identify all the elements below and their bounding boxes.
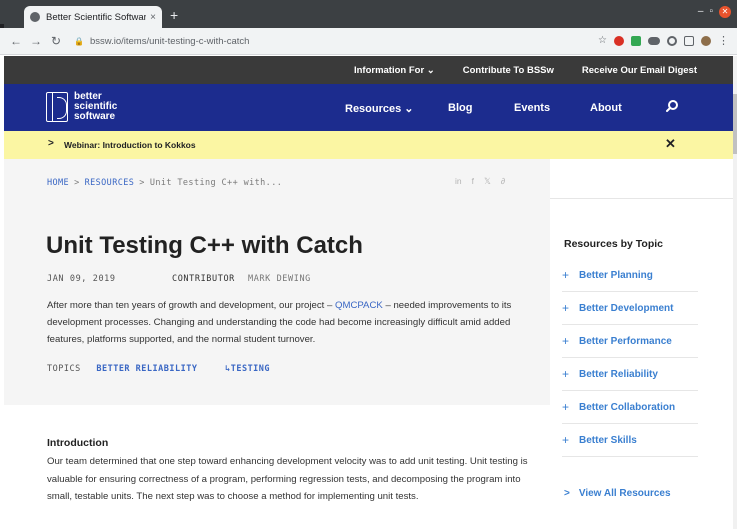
main-nav: better scientific software Resources ⌄ B… <box>4 84 733 131</box>
plus-icon: + <box>562 433 570 447</box>
minimize-icon[interactable]: – <box>698 6 704 18</box>
extension-box-icon[interactable] <box>684 36 694 46</box>
plus-icon: + <box>562 367 570 381</box>
sidebar-heading: Resources by Topic <box>564 238 664 250</box>
chevron-right-icon: > <box>564 488 570 499</box>
intro-text-start: After more than ten years of growth and … <box>47 300 335 311</box>
article-intro: After more than ten years of growth and … <box>47 297 541 348</box>
sidebar-item-development[interactable]: + Better Development <box>562 292 698 325</box>
logo-line-3: software <box>74 111 116 122</box>
contributor-label: CONTRIBUTOR <box>172 274 235 284</box>
sidebar-item-label: Better Performance <box>579 335 672 347</box>
email-digest-link[interactable]: Receive Our Email Digest <box>582 65 697 76</box>
view-all-resources-link[interactable]: > View All Resources <box>564 488 671 499</box>
reload-icon[interactable]: ↻ <box>48 34 64 48</box>
linkedin-icon[interactable]: in <box>455 176 462 187</box>
contribute-link[interactable]: Contribute To BSSw <box>463 65 554 76</box>
back-arrow-icon[interactable]: ← <box>8 34 24 48</box>
address-bar[interactable]: 🔒 bssw.io/items/unit-testing-c-with-catc… <box>74 32 590 51</box>
contributor-name[interactable]: MARK DEWING <box>248 274 311 284</box>
breadcrumb-separator: > <box>139 178 145 188</box>
topics-label: TOPICS <box>47 364 81 374</box>
extension-glasses-icon[interactable] <box>648 37 660 45</box>
bookmark-star-icon[interactable]: ☆ <box>598 36 607 46</box>
nav-blog[interactable]: Blog <box>448 102 472 114</box>
page-scrollbar[interactable] <box>733 56 737 529</box>
breadcrumb-resources[interactable]: RESOURCES <box>85 178 135 188</box>
browser-tab-bar: Better Scientific Software × + – ▫ ✕ <box>0 0 737 28</box>
breadcrumb-home[interactable]: HOME <box>47 178 69 188</box>
page-title: Unit Testing C++ with Catch <box>46 232 363 259</box>
nav-events[interactable]: Events <box>514 102 550 114</box>
announcement-link[interactable]: Webinar: Introduction to Kokkos <box>64 140 196 150</box>
tab-title: Better Scientific Software <box>46 11 147 23</box>
sidebar-item-collaboration[interactable]: + Better Collaboration <box>562 391 698 424</box>
nav-about[interactable]: About <box>590 102 622 114</box>
plus-icon: + <box>562 400 570 414</box>
plus-icon: + <box>562 334 570 348</box>
qmcpack-link[interactable]: QMCPACK <box>335 300 383 311</box>
new-tab-button[interactable]: + <box>170 8 178 22</box>
topic-better-reliability[interactable]: BETTER RELIABILITY <box>96 364 197 374</box>
sidebar-item-planning[interactable]: + Better Planning <box>562 259 698 292</box>
forward-arrow-icon[interactable]: → <box>28 34 44 48</box>
extension-green-icon[interactable] <box>631 36 641 46</box>
url-text: bssw.io/items/unit-testing-c-with-catch <box>89 35 250 47</box>
sidebar-item-label: Better Reliability <box>579 368 658 380</box>
topics-row: TOPICS BETTER RELIABILITY ↳TESTING <box>47 364 270 374</box>
announcement-close-icon[interactable]: ✕ <box>665 136 676 152</box>
profile-avatar-icon[interactable] <box>701 36 711 46</box>
scrollbar-thumb[interactable] <box>733 94 737 154</box>
article-date: JAN 09, 2019 <box>47 274 116 284</box>
sidebar-item-reliability[interactable]: + Better Reliability <box>562 358 698 391</box>
browser-toolbar: ← → ↻ 🔒 bssw.io/items/unit-testing-c-wit… <box>0 28 737 55</box>
browser-menu-icon[interactable]: ⋮ <box>718 36 729 47</box>
sidebar-item-label: Better Development <box>579 302 674 314</box>
information-for-link[interactable]: Information For ⌄ <box>354 65 435 76</box>
sidebar-item-label: Better Planning <box>579 269 653 281</box>
site-favicon-icon <box>30 12 40 22</box>
chevron-right-icon: > <box>48 138 54 149</box>
tab-close-icon[interactable]: × <box>150 12 156 23</box>
facebook-icon[interactable]: f <box>472 176 474 187</box>
section-body: Our team determined that one step toward… <box>47 456 528 502</box>
share-link-icon[interactable]: ∂ <box>501 176 505 187</box>
extension-icons: ☆ ⋮ <box>598 36 729 47</box>
breadcrumb: HOME > RESOURCES > Unit Testing C++ with... <box>47 178 282 188</box>
utility-bar: Information For ⌄ Contribute To BSSw Rec… <box>4 56 733 84</box>
nav-resources[interactable]: Resources ⌄ <box>345 102 414 115</box>
breadcrumb-current: Unit Testing C++ with... <box>149 178 283 188</box>
site-logo[interactable]: better scientific software <box>46 92 117 122</box>
breadcrumb-separator: > <box>74 178 80 188</box>
view-all-label: View All Resources <box>578 488 671 499</box>
plus-icon: + <box>562 268 570 282</box>
extension-ring-icon[interactable] <box>667 36 677 46</box>
browser-tab[interactable]: Better Scientific Software × <box>24 6 162 28</box>
sidebar-item-skills[interactable]: + Better Skills <box>562 424 698 457</box>
window-close-icon[interactable]: ✕ <box>719 6 731 18</box>
section-heading: Introduction <box>47 437 109 449</box>
plus-icon: + <box>562 301 570 315</box>
sidebar-item-label: Better Skills <box>579 434 637 446</box>
share-links: in f 𝕏 ∂ <box>455 176 505 187</box>
logo-mark-icon <box>46 92 68 122</box>
sidebar-item-label: Better Collaboration <box>579 401 676 413</box>
twitter-icon[interactable]: 𝕏 <box>484 176 491 187</box>
search-icon[interactable] <box>665 99 679 113</box>
sidebar-top-divider <box>550 159 733 199</box>
sidebar-item-performance[interactable]: + Better Performance <box>562 325 698 358</box>
window-controls: – ▫ ✕ <box>698 6 731 18</box>
maximize-icon[interactable]: ▫ <box>709 6 713 18</box>
sidebar-topic-list: + Better Planning + Better Development +… <box>562 259 698 457</box>
lock-icon: 🔒 <box>74 36 84 46</box>
logo-text: better scientific software <box>74 92 117 122</box>
topic-testing[interactable]: ↳TESTING <box>225 364 270 374</box>
extension-red-icon[interactable] <box>614 36 624 46</box>
announcement-bar: > Webinar: Introduction to Kokkos ✕ <box>4 131 733 159</box>
